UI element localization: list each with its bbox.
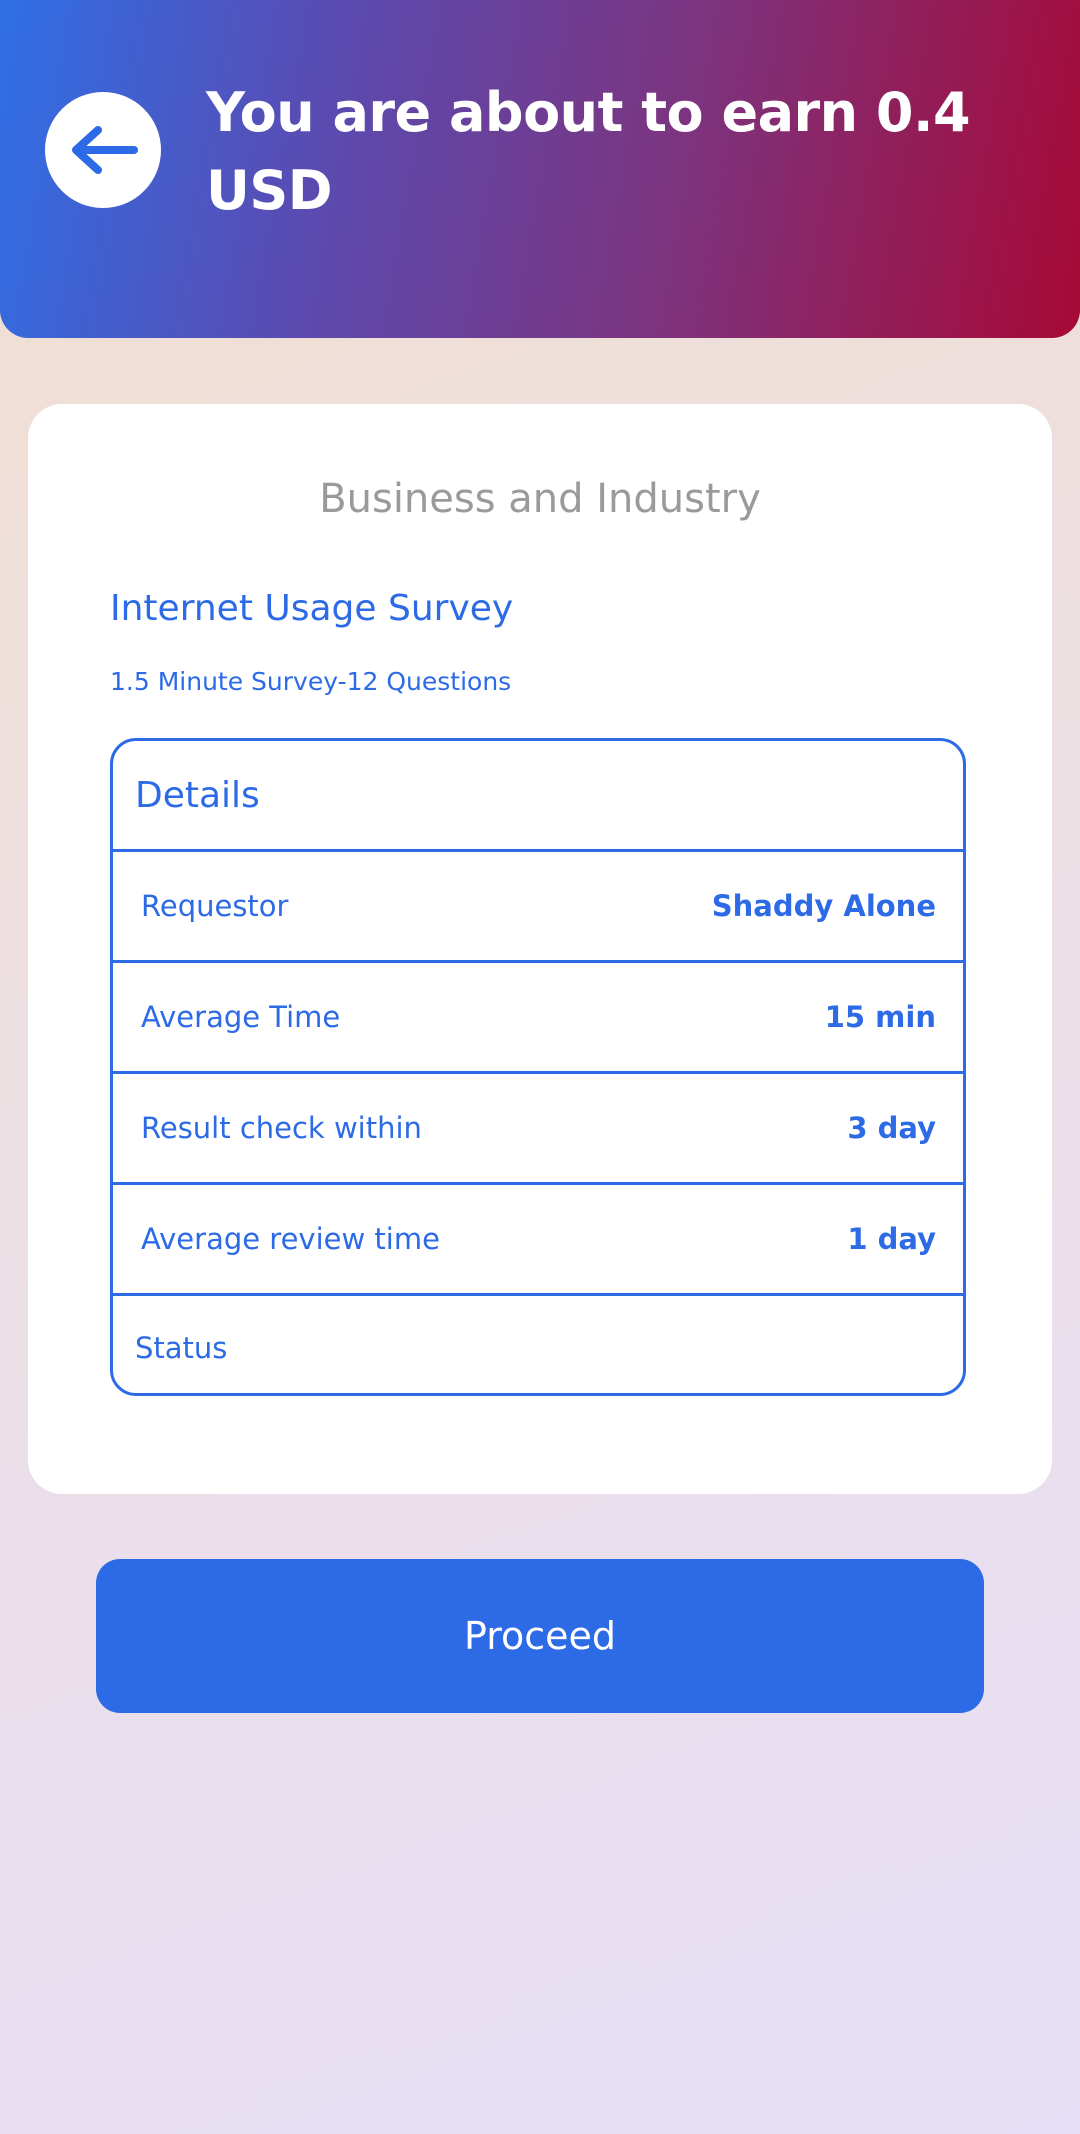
detail-row-average-time: Average Time 15 min [113,963,963,1074]
details-table: Details Requestor Shaddy Alone Average T… [110,738,966,1396]
detail-value: 3 day [847,1111,936,1145]
survey-card: Business and Industry Internet Usage Sur… [28,404,1052,1494]
back-button[interactable] [45,92,161,208]
detail-label: Average Time [141,1000,341,1034]
detail-value: Shaddy Alone [711,889,936,923]
survey-category: Business and Industry [319,476,761,522]
detail-row-status: Status [113,1296,963,1393]
detail-row-result-check: Result check within 3 day [113,1074,963,1185]
survey-title: Internet Usage Survey [110,588,514,629]
detail-label: Result check within [141,1111,422,1145]
detail-label: Requestor [141,889,289,923]
detail-value: 1 day [847,1222,936,1256]
detail-row-review-time: Average review time 1 day [113,1185,963,1296]
detail-row-requestor: Requestor Shaddy Alone [113,852,963,963]
detail-label: Average review time [141,1222,440,1256]
arrow-left-icon [72,126,138,174]
proceed-button[interactable]: Proceed [96,1559,984,1713]
detail-value: 15 min [824,1000,936,1034]
survey-subtitle: 1.5 Minute Survey-12 Questions [110,667,512,696]
detail-label: Status [135,1330,228,1365]
details-heading: Details [113,741,963,852]
page-title: You are about to earn 0.4 USD [206,81,971,222]
header-banner: You are about to earn 0.4 USD [0,0,1080,338]
